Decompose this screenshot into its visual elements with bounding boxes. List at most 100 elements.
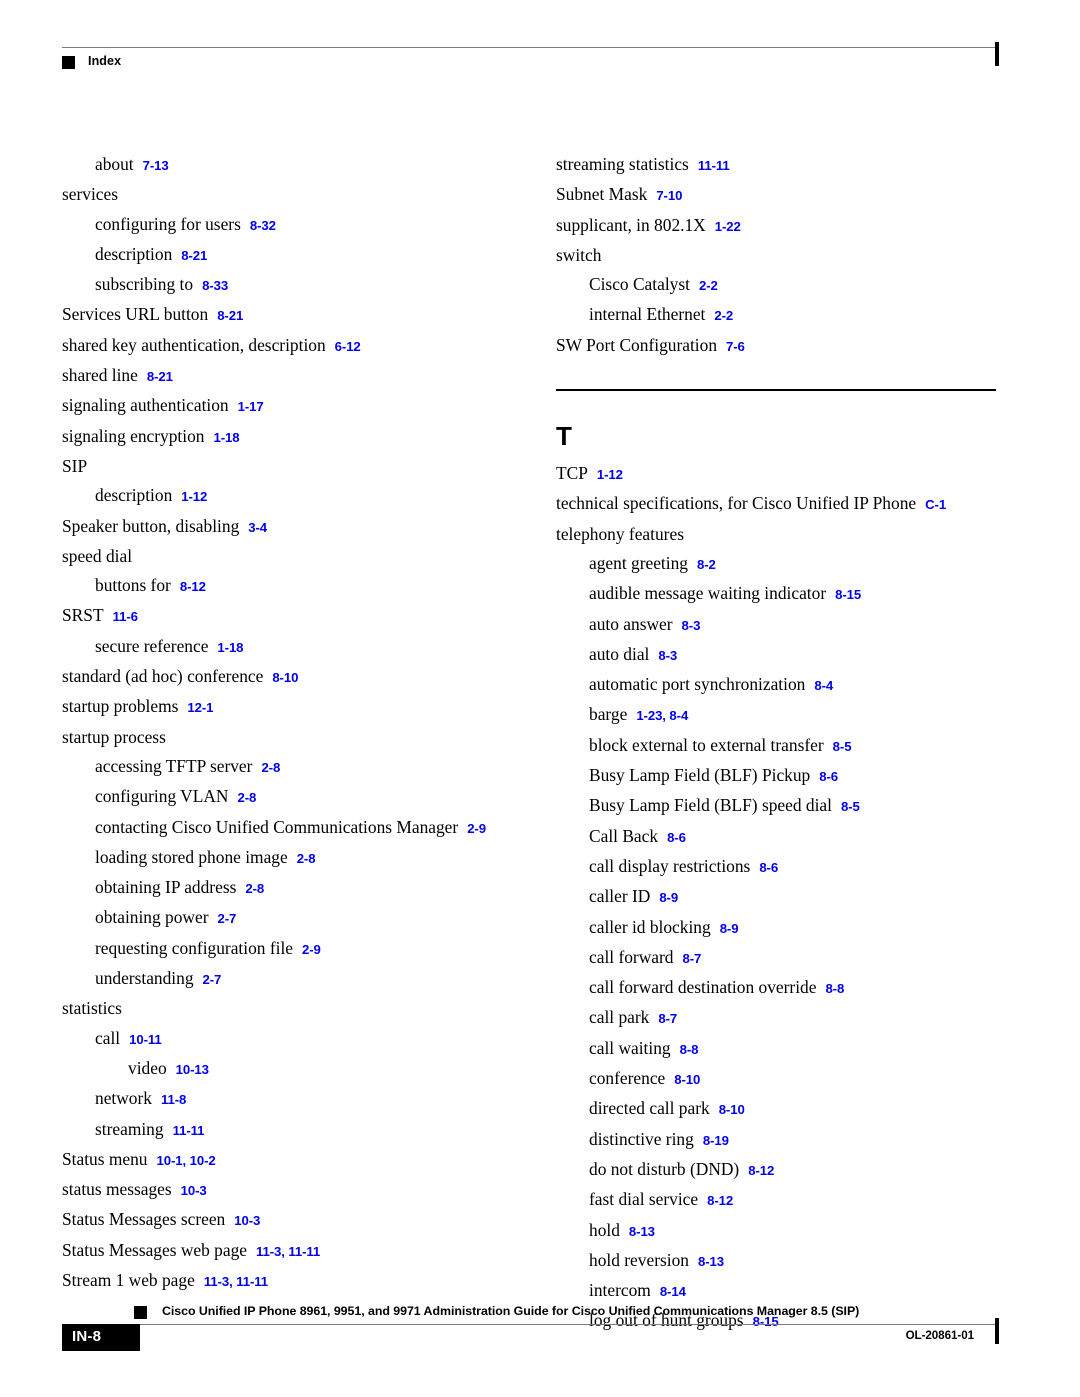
index-entry-page-link[interactable]: 8-12	[707, 1193, 733, 1208]
index-entry-page-link[interactable]: 8-7	[683, 951, 702, 966]
index-entry-page-link[interactable]: 8-5	[833, 739, 852, 754]
index-entry: Status Messages web page 11-3, 11-11	[62, 1236, 502, 1266]
index-entry-page-link[interactable]: 8-8	[680, 1042, 699, 1057]
index-entry-term: description	[95, 485, 173, 506]
index-entry-page-link[interactable]: 12-1	[187, 700, 213, 715]
index-entry-page-link[interactable]: 8-32	[250, 218, 276, 233]
index-entry: telephony features	[556, 520, 996, 549]
index-entry-page-link[interactable]: 8-21	[181, 248, 207, 263]
index-entry-term: directed call park	[589, 1098, 710, 1119]
index-entry: SW Port Configuration 7-6	[556, 331, 996, 361]
index-entry-page-link[interactable]: 8-9	[720, 921, 739, 936]
index-entry-page-link[interactable]: 3-4	[248, 520, 267, 535]
index-entry-page-link[interactable]: 8-19	[703, 1133, 729, 1148]
index-entry-term: SIP	[62, 455, 88, 476]
index-entry-page-link[interactable]: 8-3	[658, 648, 677, 663]
index-entry-page-link[interactable]: 2-8	[261, 760, 280, 775]
header-rule-end-tick	[995, 42, 999, 66]
index-entry-page-link[interactable]: 8-6	[759, 860, 778, 875]
index-entry: signaling encryption 1-18	[62, 422, 502, 452]
index-entry-page-link[interactable]: 2-2	[714, 308, 733, 323]
index-entry-page-link[interactable]: 10-1, 10-2	[157, 1153, 216, 1168]
index-entry-page-link[interactable]: 11-3, 11-11	[204, 1274, 268, 1289]
index-entry-page-link[interactable]: 8-9	[659, 890, 678, 905]
index-entry-page-link[interactable]: 8-8	[825, 981, 844, 996]
index-entry-page-link[interactable]: 1-18	[217, 640, 243, 655]
index-entry-page-link[interactable]: 10-11	[129, 1032, 162, 1047]
index-entry-page-link[interactable]: 2-8	[237, 790, 256, 805]
index-entry-page-link[interactable]: 10-3	[234, 1213, 260, 1228]
index-entry-page-link[interactable]: 2-7	[218, 911, 237, 926]
index-entry-page-link[interactable]: 10-3	[181, 1183, 207, 1198]
index-entry-term: obtaining IP address	[95, 877, 237, 898]
index-entry-page-link[interactable]: 8-12	[180, 579, 206, 594]
index-entry-page-link[interactable]: 7-6	[726, 339, 745, 354]
index-entry-page-link[interactable]: 8-14	[660, 1284, 686, 1299]
index-entry-page-link[interactable]: 1-12	[597, 467, 623, 482]
index-entry-page-link[interactable]: 8-21	[217, 308, 243, 323]
index-entry-page-link[interactable]: 2-2	[699, 278, 718, 293]
index-entry-page-link[interactable]: 2-8	[245, 881, 264, 896]
index-entry-term: supplicant, in 802.1X	[556, 214, 706, 235]
index-entry-page-link[interactable]: 8-10	[674, 1072, 700, 1087]
index-entry-term: conference	[589, 1068, 666, 1089]
index-entry-page-link[interactable]: 8-33	[202, 278, 228, 293]
index-entry-page-link[interactable]: 7-13	[143, 158, 169, 173]
index-entry-page-link[interactable]: C-1	[925, 497, 946, 512]
index-entry-page-link[interactable]: 8-13	[698, 1254, 724, 1269]
index-entry: obtaining IP address 2-8	[95, 873, 502, 903]
index-entry-page-link[interactable]: 8-12	[748, 1163, 774, 1178]
index-entry: buttons for 8-12	[95, 571, 502, 601]
index-entry-term: configuring for users	[95, 213, 241, 234]
index-entry: call forward destination override 8-8	[589, 973, 996, 1003]
index-entry: auto answer 8-3	[589, 610, 996, 640]
index-entry-page-link[interactable]: 8-5	[841, 799, 860, 814]
index-entry-page-link[interactable]: 8-2	[697, 557, 716, 572]
index-entry-page-link[interactable]: 8-6	[667, 830, 686, 845]
index-entry-page-link[interactable]: 8-10	[719, 1102, 745, 1117]
index-entry-page-link[interactable]: 11-11	[698, 158, 730, 173]
index-entry: shared key authentication, description 6-…	[62, 331, 502, 361]
index-entry: call display restrictions 8-6	[589, 852, 996, 882]
index-entry: requesting configuration file 2-9	[95, 934, 502, 964]
index-entry-page-link[interactable]: 8-7	[658, 1011, 677, 1026]
index-entry: Call Back 8-6	[589, 822, 996, 852]
index-entry-page-link[interactable]: 8-10	[272, 670, 298, 685]
index-entry-page-link[interactable]: 8-15	[835, 587, 861, 602]
index-entry: barge 1-23, 8-4	[589, 700, 996, 730]
index-entry: configuring VLAN 2-8	[95, 782, 502, 812]
index-entry-page-link[interactable]: 8-13	[629, 1224, 655, 1239]
index-entry: directed call park 8-10	[589, 1094, 996, 1124]
index-entry-page-link[interactable]: 11-6	[113, 609, 138, 624]
index-entry-page-link[interactable]: 11-3, 11-11	[256, 1244, 320, 1259]
index-entry-term: obtaining power	[95, 907, 209, 928]
index-entry-page-link[interactable]: 8-6	[819, 769, 838, 784]
index-entry-page-link[interactable]: 1-22	[715, 219, 741, 234]
index-entry-page-link[interactable]: 2-7	[203, 972, 222, 987]
index-entry-page-link[interactable]: 1-17	[238, 399, 264, 414]
index-entry-page-link[interactable]: 6-12	[335, 339, 361, 354]
index-entry-page-link[interactable]: 1-18	[213, 430, 239, 445]
index-entry: Status menu 10-1, 10-2	[62, 1145, 502, 1175]
index-entry-term: barge	[589, 704, 628, 725]
index-entry-term: status messages	[62, 1179, 172, 1200]
index-entry-term: agent greeting	[589, 552, 688, 573]
index-entry-page-link[interactable]: 10-13	[176, 1062, 209, 1077]
index-entry-page-link[interactable]: 1-23, 8-4	[636, 708, 688, 723]
index-entry-page-link[interactable]: 2-8	[297, 851, 316, 866]
index-entry: automatic port synchronization 8-4	[589, 670, 996, 700]
index-entry-page-link[interactable]: 1-12	[181, 489, 207, 504]
index-entry-page-link[interactable]: 11-11	[173, 1123, 205, 1138]
index-entry-page-link[interactable]: 7-10	[656, 188, 682, 203]
index-entry: subscribing to 8-33	[95, 270, 502, 300]
index-entry: status messages 10-3	[62, 1175, 502, 1205]
index-entry-term: Call Back	[589, 825, 659, 846]
index-entry-page-link[interactable]: 8-21	[147, 369, 173, 384]
index-entry-page-link[interactable]: 11-8	[161, 1092, 186, 1107]
index-entry-page-link[interactable]: 8-4	[814, 678, 833, 693]
index-entry-page-link[interactable]: 2-9	[302, 942, 321, 957]
index-entry: do not disturb (DND) 8-12	[589, 1155, 996, 1185]
index-entry: description 1-12	[95, 481, 502, 511]
index-entry-page-link[interactable]: 2-9	[467, 821, 486, 836]
index-entry-page-link[interactable]: 8-3	[682, 618, 701, 633]
